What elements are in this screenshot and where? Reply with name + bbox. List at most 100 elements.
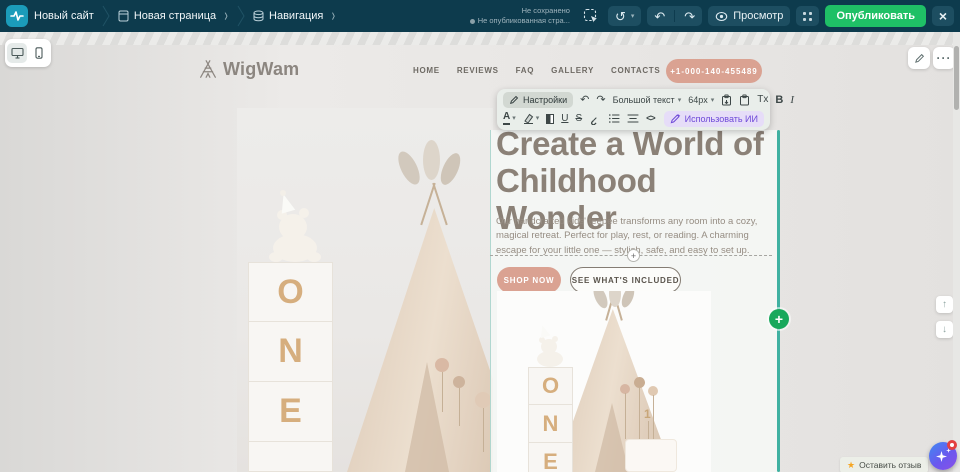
strikethrough-button[interactable]: S: [575, 114, 582, 124]
block-letter: N: [278, 332, 303, 371]
hero-photo[interactable]: O N E: [237, 108, 493, 472]
letter-block: N: [248, 322, 333, 382]
block-letter: O: [277, 273, 303, 312]
bold-button[interactable]: B: [775, 95, 783, 106]
use-ai-button[interactable]: Использовать ИИ: [664, 111, 764, 127]
hat-pompom: [280, 190, 286, 196]
shop-now-button[interactable]: SHOP NOW: [497, 267, 561, 293]
pompom-decor: [475, 392, 491, 408]
text-style-dropdown[interactable]: Большой текст ▾: [613, 95, 682, 105]
breadcrumb-page-label: Новая страница: [134, 10, 216, 22]
paste-button[interactable]: [721, 94, 732, 106]
highlight-button[interactable]: ▾: [523, 113, 540, 124]
nav-link-contacts[interactable]: CONTACTS: [611, 66, 660, 75]
bullet-list-button[interactable]: [608, 113, 620, 124]
history-button[interactable]: ↺ ▾: [608, 6, 641, 26]
pompom-stick: [483, 408, 484, 452]
underline-button[interactable]: U: [561, 114, 568, 124]
publish-status-line: Не опубликованная стра...: [470, 16, 570, 26]
see-whats-included-button[interactable]: SEE WHAT'S INCLUDED: [570, 267, 681, 293]
undo-button[interactable]: ↶: [654, 10, 665, 23]
publish-button[interactable]: Опубликовать: [825, 5, 926, 27]
move-down-button[interactable]: ↓: [936, 321, 953, 338]
select-tool-button[interactable]: [580, 6, 602, 26]
bold-label: B: [775, 95, 783, 106]
cake: [625, 439, 677, 472]
letter-block: O: [248, 262, 333, 322]
mobile-view-button[interactable]: [29, 43, 49, 63]
phone-button[interactable]: +1-000-140-455489: [666, 59, 762, 83]
nav-link-home[interactable]: HOME: [413, 66, 440, 75]
settings-button[interactable]: Настройки: [503, 92, 573, 108]
copy-button[interactable]: [739, 94, 750, 106]
breadcrumb-section[interactable]: Навигация ❭: [253, 10, 336, 22]
text-color-button[interactable]: A ▾: [503, 112, 516, 125]
chevron-down-icon: ▾: [631, 12, 635, 20]
app-logo[interactable]: [6, 5, 28, 27]
add-block-button[interactable]: +: [627, 249, 640, 262]
add-element-button[interactable]: +: [769, 309, 789, 329]
plush-bear: [267, 196, 327, 262]
breadcrumb-page[interactable]: Новая страница ❭: [118, 10, 229, 22]
dots-icon: ···: [937, 51, 952, 65]
publish-status-text: Не опубликованная стра...: [478, 16, 570, 25]
desktop-view-button[interactable]: [7, 43, 27, 63]
redo-button[interactable]: ↷: [596, 95, 605, 106]
save-status-line: Не сохранено: [470, 6, 570, 16]
text-style-value: Большой текст: [613, 95, 675, 105]
breadcrumb-site-label: Новый сайт: [34, 10, 94, 22]
toolbar-row-1: Настройки ↶ ↷ Большой текст ▾ 64px ▾ Tx …: [503, 91, 764, 109]
clipboard-copy-icon: [739, 94, 750, 106]
clear-format-button[interactable]: Tx: [757, 95, 768, 105]
redo-button[interactable]: ↷: [684, 10, 695, 23]
breadcrumb-site[interactable]: Новый сайт: [34, 10, 94, 22]
breadcrumb-separator-icon: [102, 4, 110, 28]
code-button[interactable]: <>: [646, 114, 655, 123]
letter-block: E: [248, 382, 333, 442]
more-options-button[interactable]: ···: [933, 47, 955, 69]
ai-pen-icon: [670, 113, 681, 124]
preview-button[interactable]: Просмотр: [708, 6, 790, 26]
undo-redo-group: ↶ ↷: [647, 6, 702, 26]
breadcrumb-section-label: Навигация: [269, 10, 323, 22]
nav-link-faq[interactable]: FAQ: [516, 66, 535, 75]
topbar: Новый сайт Новая страница ❭ Навигация ❭ …: [0, 0, 960, 32]
pompom-stick: [653, 395, 654, 439]
font-size-dropdown[interactable]: 64px ▾: [688, 95, 714, 105]
edit-block-button[interactable]: [908, 47, 930, 69]
plush-bear: [533, 329, 567, 369]
letter-blocks: O N E: [248, 262, 333, 472]
close-button[interactable]: ×: [932, 6, 954, 26]
italic-button[interactable]: I: [790, 95, 794, 106]
pompom-stick: [459, 388, 460, 426]
sparkle-icon: [936, 451, 947, 462]
chevron-down-icon: ▾: [536, 115, 540, 122]
scrollbar-thumb[interactable]: [954, 46, 959, 110]
nav-link-gallery[interactable]: GALLERY: [551, 66, 594, 75]
nav-link-reviews[interactable]: REVIEWS: [457, 66, 499, 75]
undo-button[interactable]: ↶: [580, 95, 589, 106]
pencil-icon: [914, 53, 925, 64]
letter-block: [248, 442, 333, 472]
site-brand[interactable]: WigWam: [197, 58, 299, 80]
move-up-button[interactable]: ↑: [936, 296, 953, 313]
column-guide-left: [490, 130, 491, 472]
apps-button[interactable]: [796, 6, 819, 26]
align-button[interactable]: [627, 113, 639, 124]
arrow-down-icon: ↓: [942, 324, 947, 335]
block-letter: E: [279, 392, 302, 431]
teepee-logo-icon: [197, 58, 219, 80]
feather-decor: [423, 140, 440, 180]
strike-label: S: [575, 114, 582, 124]
pencil-icon: [509, 95, 519, 105]
mobile-icon: [35, 47, 43, 59]
fill-color-button[interactable]: [546, 114, 554, 124]
card-photo[interactable]: O N E 1: [497, 291, 711, 472]
italic-label: I: [790, 95, 794, 106]
link-button[interactable]: [589, 113, 601, 125]
select-tool-icon: [583, 8, 599, 24]
column-guide-right: [777, 130, 780, 472]
letter-block: E: [528, 443, 573, 472]
feedback-button[interactable]: ★ Оставить отзыв: [840, 457, 928, 472]
arrow-up-icon: ↑: [942, 299, 947, 310]
